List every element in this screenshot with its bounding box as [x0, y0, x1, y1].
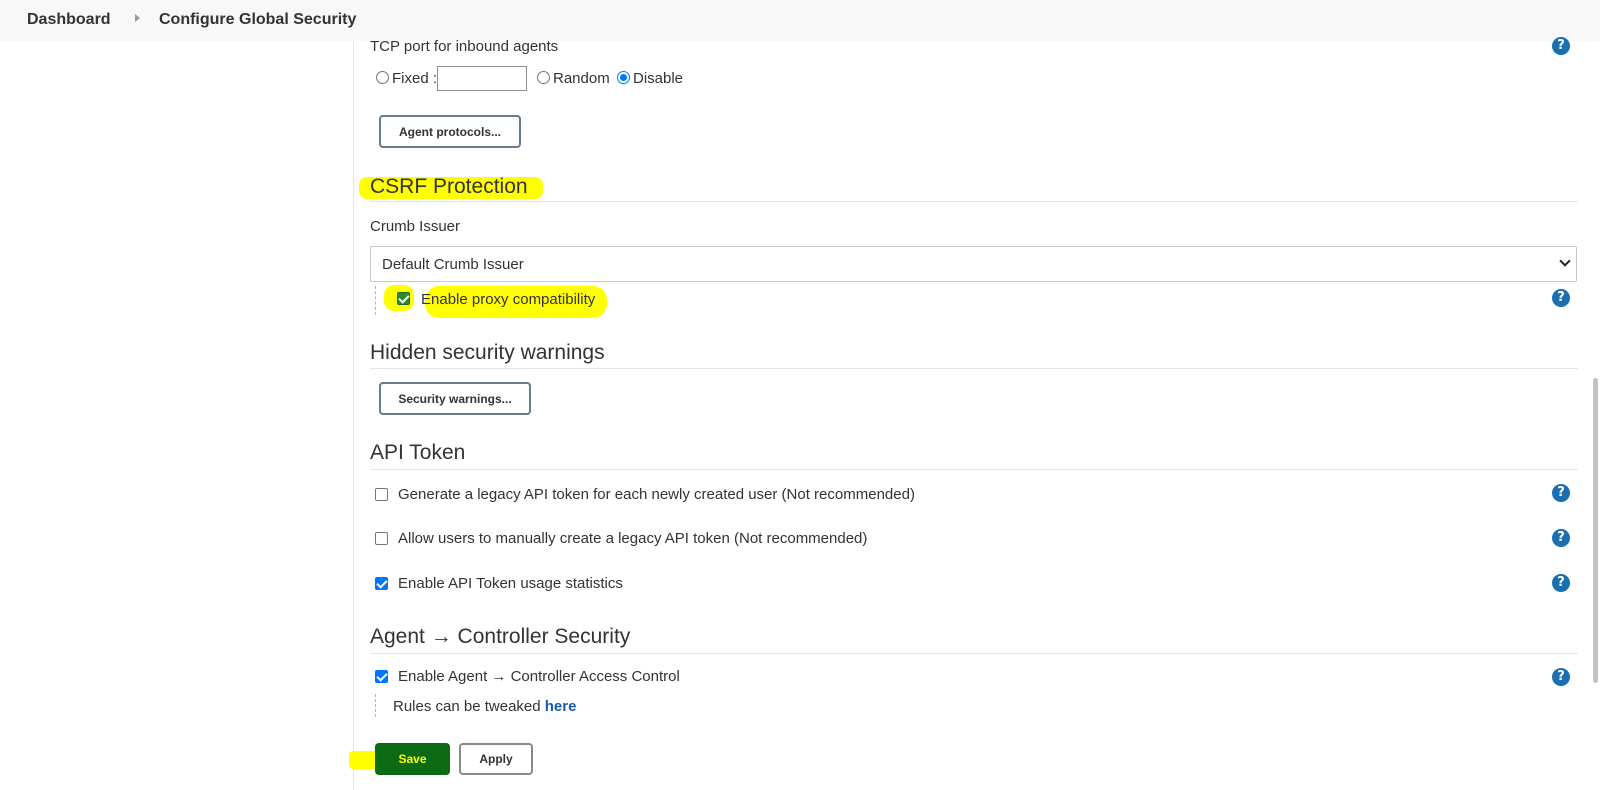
hidden-warnings-heading: Hidden security warnings [370, 341, 605, 364]
sidebar-divider [353, 41, 354, 790]
agent-controller-access-label: Enable Agent → Controller Access Control [398, 668, 680, 685]
security-warnings-button[interactable]: Security warnings... [379, 382, 531, 415]
agent-controller-divider [370, 653, 1578, 654]
csrf-heading: CSRF Protection [370, 175, 528, 198]
fixed-radio-label: Fixed : [392, 70, 438, 87]
api-token-divider [370, 469, 1578, 470]
breadcrumb-configure-global-security[interactable]: Configure Global Security [159, 11, 356, 29]
apply-button[interactable]: Apply [459, 743, 533, 775]
agent-protocols-button[interactable]: Agent protocols... [379, 115, 521, 148]
breadcrumb-separator-icon [135, 14, 140, 22]
proxy-compatibility-checkbox[interactable] [397, 292, 410, 305]
help-icon[interactable]: ? [1552, 484, 1570, 502]
rules-nested-indent [375, 694, 376, 717]
breadcrumb-dashboard[interactable]: Dashboard [27, 11, 111, 29]
save-button[interactable]: Save [375, 743, 450, 775]
rules-text-prefix: Rules can be tweaked [393, 698, 541, 715]
agent-controller-access-checkbox[interactable] [375, 670, 388, 683]
proxy-nested-indent [375, 286, 376, 315]
save-button-label: Save [398, 752, 427, 766]
token-usage-statistics-checkbox[interactable] [375, 577, 388, 590]
crumb-issuer-select[interactable]: Default Crumb Issuer [370, 246, 1577, 282]
help-icon[interactable]: ? [1552, 668, 1570, 686]
random-radio[interactable] [537, 71, 550, 84]
legacy-token-new-user-label: Generate a legacy API token for each new… [398, 486, 915, 503]
crumb-issuer-value: Default Crumb Issuer [382, 256, 524, 273]
chevron-down-icon [1559, 255, 1571, 267]
csrf-divider [370, 201, 1578, 202]
legacy-token-manual-checkbox[interactable] [375, 532, 388, 545]
tcp-port-label: TCP port for inbound agents [370, 38, 559, 55]
disable-radio[interactable] [617, 71, 630, 84]
legacy-token-new-user-checkbox[interactable] [375, 488, 388, 501]
token-usage-statistics-label: Enable API Token usage statistics [398, 575, 623, 592]
api-token-heading: API Token [370, 441, 466, 464]
fixed-radio[interactable] [376, 71, 389, 84]
rules-text: Rules can be tweaked here [393, 698, 576, 715]
hidden-warnings-divider [370, 368, 1578, 369]
disable-radio-label: Disable [633, 70, 684, 87]
random-radio-label: Random [553, 70, 610, 87]
proxy-compatibility-label: Enable proxy compatibility [421, 291, 596, 308]
breadcrumb: Dashboard Configure Global Security [0, 0, 1600, 41]
crumb-issuer-label: Crumb Issuer [370, 218, 461, 235]
help-icon[interactable]: ? [1552, 529, 1570, 547]
agent-controller-heading: Agent → Controller Security [370, 625, 631, 648]
scrollbar-thumb[interactable] [1593, 378, 1598, 683]
legacy-token-manual-label: Allow users to manually create a legacy … [398, 530, 868, 547]
rules-here-link[interactable]: here [545, 698, 577, 715]
help-icon[interactable]: ? [1552, 289, 1570, 307]
fixed-port-input[interactable] [437, 66, 527, 91]
help-icon[interactable]: ? [1552, 574, 1570, 592]
help-icon[interactable]: ? [1552, 37, 1570, 55]
